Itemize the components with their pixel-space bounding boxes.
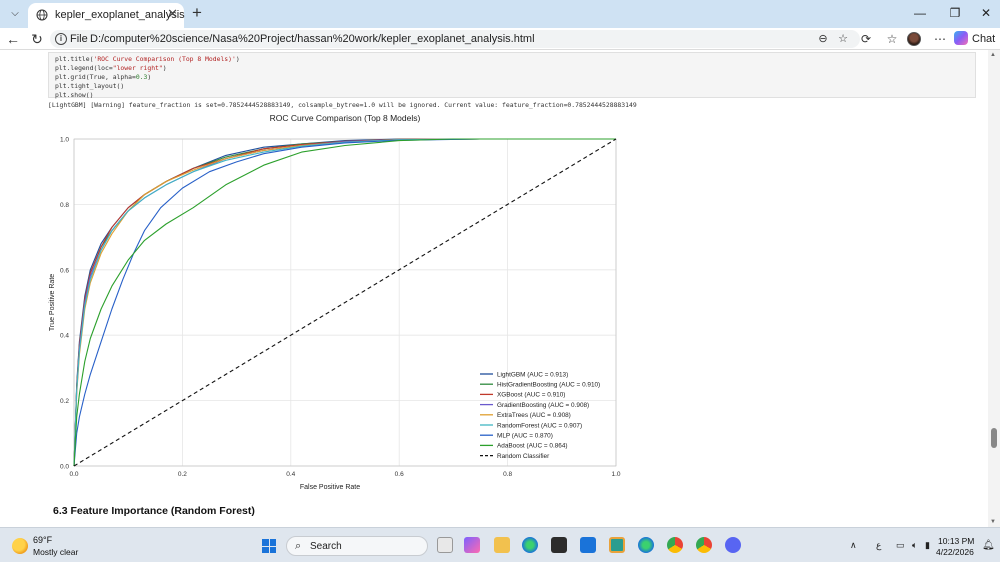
clock-time[interactable]: 10:13 PM [938,536,974,546]
code-line: plt.show() [55,91,94,99]
notification-bell-icon[interactable]: 🔔︎ [982,540,995,551]
favorites-icon[interactable]: ☆ [884,31,900,47]
edge-profile-icon[interactable] [638,537,654,553]
extensions-icon[interactable]: ⟳ [858,31,874,47]
copilot-app-icon[interactable] [464,537,480,553]
scroll-up-icon[interactable]: ▲ [990,52,996,58]
x-axis-label: False Positive Rate [300,484,360,491]
code-line: plt.title('ROC Curve Comparison (Top 8 M… [55,55,240,63]
roc-curve-chart: ROC Curve Comparison (Top 8 Models)0.0 0.… [49,113,621,491]
legend-entry-3: GradientBoosting (AUC = 0.908) [497,402,589,409]
code-line: plt.tight_layout() [55,82,125,90]
weather-description[interactable]: Mostly clear [33,547,78,557]
tab-actions-menu-icon[interactable]: ⌵ [6,5,24,23]
browser-window: ⌵ kepler_exoplanet_analysis ✕ + — ❐ ✕ ← … [0,0,1000,562]
y-tick-label: 0.8 [60,202,69,209]
back-icon[interactable]: ← [4,30,22,48]
battery-icon[interactable]: ▮ [925,540,930,551]
x-tick-label: 0.2 [178,471,187,478]
chart-title: ROC Curve Comparison (Top 8 Models) [270,113,421,123]
x-tick-label: 0.0 [69,471,78,478]
weather-temperature[interactable]: 69°F [33,535,52,545]
volume-icon[interactable]: 🔈︎ [912,540,917,551]
minimize-icon[interactable]: — [910,5,930,21]
task-view-icon[interactable] [437,537,453,553]
globe-icon [36,9,48,21]
legend-entry-5: RandomForest (AUC = 0.907) [497,422,582,429]
legend-entry-8: Random Classifier [497,453,550,460]
store-icon[interactable] [551,537,567,553]
favorite-star-icon[interactable]: ☆ [836,32,850,46]
chrome-profile-icon[interactable] [696,537,712,553]
x-tick-label: 0.6 [395,471,404,478]
tab-bar: ⌵ kepler_exoplanet_analysis ✕ + — ❐ ✕ [0,0,1000,28]
chrome-icon[interactable] [667,537,683,553]
legend-entry-1: HistGradientBoosting (AUC = 0.910) [497,382,600,389]
windows-taskbar: 69°F Mostly clear ⌕ Search ∧ ع ▭ 🔈︎ ▮ 10… [0,527,1000,562]
weather-moon-icon[interactable] [12,538,28,554]
network-icon[interactable]: ▭ [896,540,905,551]
windows-start-icon[interactable] [262,539,276,553]
y-tick-label: 0.4 [60,333,69,340]
chat-label: Chat [972,33,996,45]
mail-icon[interactable] [580,537,596,553]
code-line: plt.legend(loc="lower right") [55,64,167,72]
y-tick-label: 0.6 [60,267,69,274]
zoom-icon[interactable]: ⊖ [816,32,830,46]
address-bar[interactable]: i File D:/computer%20science/Nasa%20Proj… [50,30,860,48]
legend-entry-0: LightGBM (AUC = 0.913) [497,371,568,378]
info-icon[interactable]: i [55,33,67,45]
x-tick-label: 0.4 [286,471,295,478]
address-toolbar: ← ↻ i File D:/computer%20science/Nasa%20… [0,28,1000,50]
close-window-icon[interactable]: ✕ [976,5,996,21]
y-tick-label: 1.0 [60,137,69,144]
code-cell[interactable]: plt.title('ROC Curve Comparison (Top 8 M… [48,52,976,99]
y-tick-label: 0.0 [60,464,69,471]
discord-icon[interactable] [725,537,741,553]
profile-avatar[interactable] [907,32,921,46]
language-indicator[interactable]: ع [876,540,881,551]
page-scrollbar[interactable]: ▲ ▼ [988,50,1000,527]
new-tab-button[interactable]: + [188,4,206,22]
maximize-icon[interactable]: ❐ [945,5,965,21]
scroll-down-icon[interactable]: ▼ [990,519,996,525]
refresh-icon[interactable]: ↻ [28,30,46,48]
edge-browser-icon[interactable] [522,537,538,553]
legend-entry-4: ExtraTrees (AUC = 0.908) [497,412,571,419]
app-icon[interactable] [609,537,625,553]
address-scheme-label: File [70,33,88,45]
code-line: plt.grid(True, alpha=0.3) [55,73,152,81]
close-tab-icon[interactable]: ✕ [167,7,178,21]
url-text[interactable]: D:/computer%20science/Nasa%20Project/has… [90,33,535,45]
tab-title: kepler_exoplanet_analysis [55,9,185,21]
copilot-chat-button[interactable]: Chat [954,30,995,48]
file-explorer-icon[interactable] [494,537,510,553]
tab-kepler-analysis[interactable]: kepler_exoplanet_analysis ✕ [28,3,185,28]
y-tick-label: 0.2 [60,398,69,405]
section-heading: 6.3 Feature Importance (Random Forest) [53,505,255,517]
legend-entry-2: XGBoost (AUC = 0.910) [497,392,565,399]
y-axis-label: True Positive Rate [49,274,56,331]
legend-entry-6: MLP (AUC = 0.870) [497,433,553,440]
legend-entry-7: AdaBoost (AUC = 0.864) [497,443,568,450]
scrollbar-thumb[interactable] [991,428,997,448]
x-tick-label: 0.8 [503,471,512,478]
more-options-icon[interactable]: ⋯ [932,31,948,47]
search-label: Search [310,541,342,552]
search-icon: ⌕ [295,540,302,552]
taskbar-search-box[interactable]: ⌕ Search [286,536,428,556]
show-hidden-icons-icon[interactable]: ∧ [850,540,857,551]
x-tick-label: 1.0 [611,471,620,478]
copilot-icon [954,31,968,45]
clock-date[interactable]: 4/22/2026 [936,547,974,557]
